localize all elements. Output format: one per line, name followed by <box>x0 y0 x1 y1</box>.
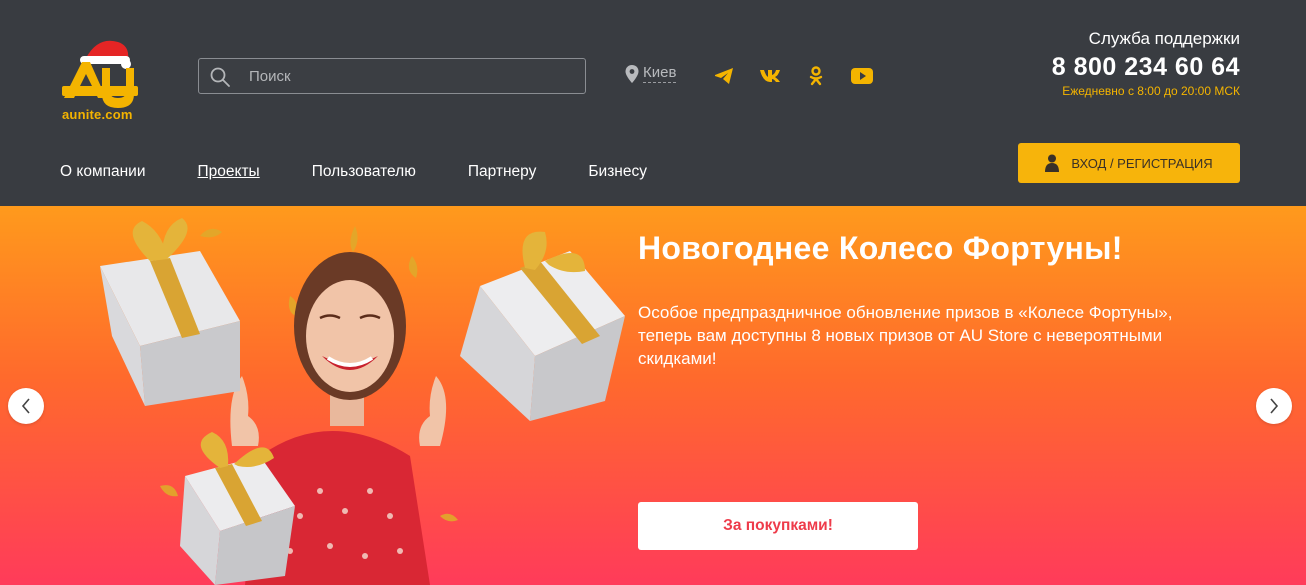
banner-title: Новогоднее Колесо Фортуны! <box>638 230 1123 266</box>
nav-item-business[interactable]: Бизнесу <box>588 163 647 181</box>
chevron-right-icon <box>1270 398 1279 414</box>
user-icon <box>1045 154 1060 172</box>
odnoklassniki-icon[interactable] <box>804 64 828 88</box>
chevron-left-icon <box>21 398 30 414</box>
search-input[interactable] <box>249 59 569 93</box>
search-box <box>198 58 586 94</box>
nav-item-partner[interactable]: Партнеру <box>468 163 537 181</box>
support-phone[interactable]: 8 800 234 60 64 <box>1052 53 1240 82</box>
vk-icon[interactable] <box>758 64 782 88</box>
logo-text[interactable]: aunite.com <box>62 107 133 122</box>
shop-cta-label: За покупками! <box>723 517 833 534</box>
city-selector[interactable]: Киев <box>625 64 677 83</box>
carousel-prev-button[interactable] <box>8 388 44 424</box>
telegram-icon[interactable] <box>712 64 736 88</box>
login-register-label: ВХОД / РЕГИСТРАЦИЯ <box>1071 155 1213 171</box>
youtube-icon[interactable] <box>850 64 874 88</box>
carousel-next-button[interactable] <box>1256 388 1292 424</box>
nav-item-user[interactable]: Пользователю <box>312 163 416 181</box>
search-icon[interactable] <box>209 66 231 88</box>
site-header: aunite.com Киев Служба поддержки 8 80 <box>0 0 1306 206</box>
nav-item-projects[interactable]: Проекты <box>198 163 260 181</box>
banner-description: Особое предпраздничное обновление призов… <box>638 303 1173 368</box>
banner-illustration <box>100 218 625 585</box>
shop-cta-button[interactable]: За покупками! <box>638 502 918 550</box>
main-nav: О компании Проекты Пользователю Партнеру… <box>60 163 647 181</box>
promo-banner: Новогоднее Колесо Фортуны! Особое предпр… <box>0 206 1306 585</box>
support-title: Служба поддержки <box>1088 29 1240 48</box>
login-register-button[interactable]: ВХОД / РЕГИСТРАЦИЯ <box>1018 143 1240 183</box>
location-pin-icon <box>625 64 639 83</box>
support-hours: Ежедневно с 8:00 до 20:00 МСК <box>1062 84 1240 98</box>
nav-item-about[interactable]: О компании <box>60 163 146 181</box>
gift-box <box>100 218 240 406</box>
city-label: Киев <box>643 64 677 83</box>
social-links <box>712 64 874 88</box>
